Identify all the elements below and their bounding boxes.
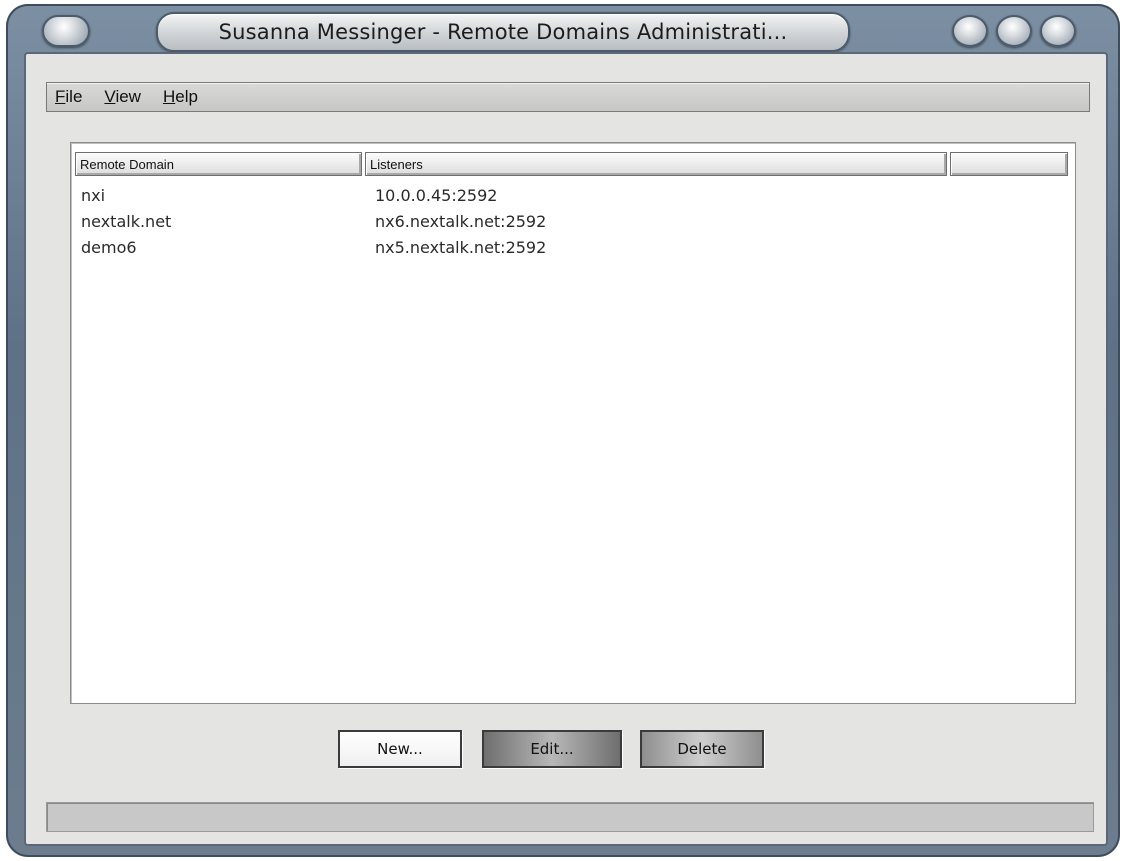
window-title: Susanna Messinger - Remote Domains Admin… xyxy=(156,12,850,52)
column-header-remote-domain[interactable]: Remote Domain xyxy=(75,152,362,176)
title-bar[interactable]: Susanna Messinger - Remote Domains Admin… xyxy=(6,4,1120,56)
new-button[interactable]: New... xyxy=(338,730,462,768)
system-menu-orb-icon[interactable] xyxy=(42,15,90,47)
table-row[interactable]: nxi 10.0.0.45:2592 xyxy=(71,183,1075,209)
cell-remote-domain: nextalk.net xyxy=(81,212,172,231)
table-row[interactable]: demo6 nx5.nextalk.net:2592 xyxy=(71,235,1075,261)
menu-view-label: iew xyxy=(115,87,141,106)
maximize-orb-icon[interactable] xyxy=(996,15,1032,47)
table-body: nxi 10.0.0.45:2592 nextalk.net nx6.nexta… xyxy=(71,183,1075,261)
app-window: Susanna Messinger - Remote Domains Admin… xyxy=(6,4,1120,857)
delete-button[interactable]: Delete xyxy=(640,730,764,768)
column-header-filler[interactable] xyxy=(950,152,1068,176)
menu-help-label: elp xyxy=(175,87,198,106)
menu-bar: File View Help xyxy=(46,82,1090,112)
status-bar xyxy=(46,802,1094,832)
menu-view[interactable]: View xyxy=(104,87,141,107)
client-area: File View Help Remote Domain Listeners n… xyxy=(24,52,1108,846)
menu-file[interactable]: File xyxy=(55,87,82,107)
menu-help[interactable]: Help xyxy=(163,87,198,107)
edit-button[interactable]: Edit... xyxy=(482,730,622,768)
menu-help-mnemonic: H xyxy=(162,87,176,106)
cell-remote-domain: demo6 xyxy=(81,238,137,257)
cell-listener: nx5.nextalk.net:2592 xyxy=(375,238,547,257)
cell-remote-domain: nxi xyxy=(81,186,106,205)
column-header-listeners[interactable]: Listeners xyxy=(365,152,947,176)
table-row[interactable]: nextalk.net nx6.nextalk.net:2592 xyxy=(71,209,1075,235)
menu-file-label: ile xyxy=(65,87,83,106)
close-orb-icon[interactable] xyxy=(1040,15,1076,47)
minimize-orb-icon[interactable] xyxy=(952,15,988,47)
cell-listener: nx6.nextalk.net:2592 xyxy=(375,212,547,231)
remote-domains-table[interactable]: Remote Domain Listeners nxi 10.0.0.45:25… xyxy=(70,142,1076,704)
cell-listener: 10.0.0.45:2592 xyxy=(375,186,498,205)
menu-file-mnemonic: F xyxy=(55,87,66,106)
menu-view-mnemonic: V xyxy=(104,87,116,106)
